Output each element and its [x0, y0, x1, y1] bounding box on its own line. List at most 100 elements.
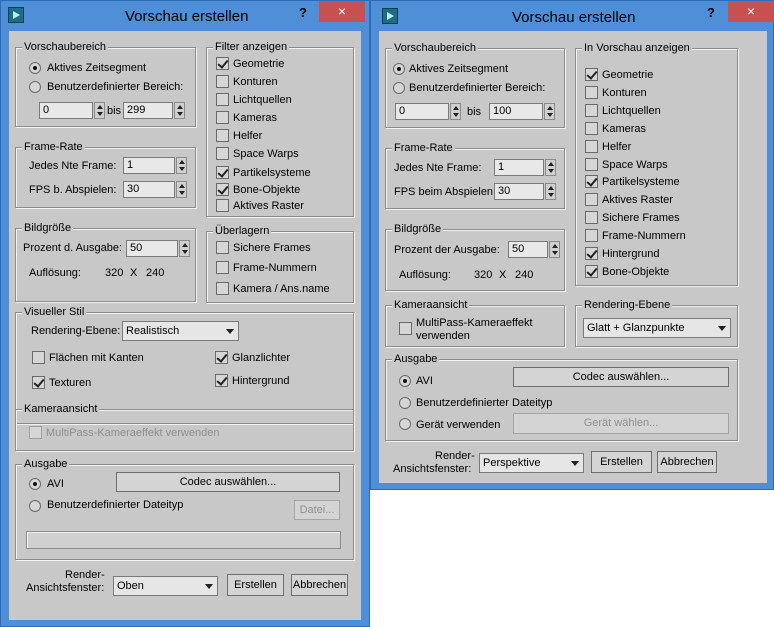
nth-frame-input[interactable]: 1 — [123, 157, 175, 174]
filter-active-grid-checkbox[interactable] — [216, 199, 229, 212]
percent-output-spinner[interactable] — [549, 241, 560, 258]
show-cameras-label: Kameras — [602, 123, 647, 135]
show-bones-checkbox[interactable] — [585, 265, 598, 278]
avi-label: AVI — [47, 478, 64, 490]
show-spacewarps-checkbox[interactable] — [585, 158, 598, 171]
cancel-button[interactable]: Abbrechen — [657, 451, 717, 473]
overlay-frame-numbers-checkbox[interactable] — [216, 261, 229, 274]
render-level-dropdown[interactable]: Realistisch — [122, 321, 239, 341]
nth-frame-spinner[interactable] — [176, 157, 187, 174]
range-from-input[interactable]: 0 — [395, 103, 449, 120]
fps-spinner[interactable] — [176, 181, 187, 198]
fps-input[interactable]: 30 — [123, 181, 175, 198]
avi-radio[interactable] — [399, 375, 411, 387]
custom-range-radio[interactable] — [29, 81, 41, 93]
range-to-spinner[interactable] — [544, 103, 555, 120]
percent-output-spinner[interactable] — [179, 240, 190, 257]
edged-faces-checkbox[interactable] — [32, 351, 45, 364]
codec-select-button[interactable]: Codec auswählen... — [116, 472, 340, 492]
frame-rate-title: Frame-Rate — [22, 141, 85, 154]
filter-cameras-checkbox[interactable] — [216, 111, 229, 124]
multipass-checkbox[interactable] — [29, 426, 42, 439]
active-segment-label: Aktives Zeitsegment — [47, 62, 147, 74]
right-dialog-window: Vorschau erstellen ? × Vorschaubereich A… — [370, 0, 774, 490]
show-active-grid-label: Aktives Raster — [602, 194, 673, 206]
overlay-safe-frames-checkbox[interactable] — [216, 241, 229, 254]
nth-frame-input[interactable]: 1 — [494, 159, 544, 176]
filter-cameras-label: Kameras — [233, 112, 278, 124]
filter-particles-checkbox[interactable] — [216, 166, 229, 179]
show-frame-numbers-label: Frame-Nummern — [602, 230, 686, 242]
resolution-label: Auflösung: — [29, 267, 81, 279]
show-safe-frames-checkbox[interactable] — [585, 211, 598, 224]
left-dialog-window: Vorschau erstellen ? × Vorschaubereich A… — [0, 0, 370, 627]
left-title-bar[interactable]: Vorschau erstellen ? × — [1, 1, 369, 31]
create-button[interactable]: Erstellen — [591, 451, 652, 473]
range-from-input[interactable]: 0 — [39, 102, 93, 119]
edged-faces-label: Flächen mit Kanten — [49, 352, 144, 364]
viewport-dropdown[interactable]: Oben — [113, 576, 218, 596]
show-active-grid-checkbox[interactable] — [585, 193, 598, 206]
avi-radio[interactable] — [29, 478, 41, 490]
cancel-button[interactable]: Abbrechen — [291, 574, 348, 596]
multipass-label-line2: verwenden — [416, 330, 470, 342]
active-segment-radio[interactable] — [29, 62, 41, 74]
close-button[interactable]: × — [728, 1, 774, 22]
output-title: Ausgabe — [22, 458, 70, 471]
range-to-spinner[interactable] — [174, 102, 185, 119]
range-to-input[interactable]: 299 — [123, 102, 173, 119]
render-viewport-label-2: Ansichtsfenster: — [26, 582, 105, 594]
highlights-checkbox[interactable] — [215, 351, 228, 364]
range-to-input[interactable]: 100 — [489, 103, 543, 120]
filter-contours-checkbox[interactable] — [216, 75, 229, 88]
percent-output-input[interactable]: 50 — [508, 241, 548, 258]
filter-spacewarps-checkbox[interactable] — [216, 147, 229, 160]
range-from-spinner[interactable] — [94, 102, 105, 119]
nth-frame-spinner[interactable] — [545, 159, 556, 176]
right-title-bar[interactable]: Vorschau erstellen ? × — [371, 1, 774, 31]
render-level-dropdown[interactable]: Glatt + Glanzpunkte — [583, 318, 731, 338]
filter-helpers-checkbox[interactable] — [216, 129, 229, 142]
range-from-spinner[interactable] — [450, 103, 461, 120]
filter-bones-checkbox[interactable] — [216, 183, 229, 196]
percent-output-input[interactable]: 50 — [126, 240, 178, 257]
show-cameras-checkbox[interactable] — [585, 122, 598, 135]
show-particles-checkbox[interactable] — [585, 175, 598, 188]
fps-input[interactable]: 30 — [494, 183, 544, 200]
filter-contours-label: Konturen — [233, 76, 278, 88]
create-button[interactable]: Erstellen — [227, 574, 284, 596]
filter-geometry-checkbox[interactable] — [216, 57, 229, 70]
device-radio[interactable] — [399, 418, 411, 430]
show-geometry-checkbox[interactable] — [585, 68, 598, 81]
active-segment-radio[interactable] — [393, 63, 405, 75]
show-background-checkbox[interactable] — [585, 247, 598, 260]
show-background-label: Hintergrund — [602, 248, 660, 260]
close-button[interactable]: × — [319, 1, 365, 22]
multipass-checkbox[interactable] — [399, 322, 412, 335]
background-checkbox[interactable] — [215, 374, 228, 387]
viewport-dropdown[interactable]: Perspektive — [479, 453, 584, 473]
custom-filetype-radio[interactable] — [29, 500, 41, 512]
filter-geometry-label: Geometrie — [233, 58, 285, 70]
device-select-button[interactable]: Gerät wählen... — [513, 413, 729, 434]
help-button[interactable]: ? — [290, 2, 316, 24]
overlay-camera-name-label: Kamera / Ans.name — [233, 283, 330, 295]
show-frame-numbers-checkbox[interactable] — [585, 229, 598, 242]
show-lights-checkbox[interactable] — [585, 104, 598, 117]
camera-view-title: Kameraansicht — [392, 299, 470, 312]
filter-helpers-label: Helfer — [233, 130, 263, 142]
custom-range-radio[interactable] — [393, 82, 405, 94]
show-contours-checkbox[interactable] — [585, 86, 598, 99]
help-button[interactable]: ? — [698, 2, 724, 24]
overlay-camera-name-checkbox[interactable] — [216, 282, 229, 295]
custom-filetype-radio[interactable] — [399, 397, 411, 409]
fps-spinner[interactable] — [545, 183, 556, 200]
left-window-title: Vorschau erstellen — [125, 8, 249, 25]
filter-spacewarps-label: Space Warps — [233, 148, 299, 160]
codec-select-button[interactable]: Codec auswählen... — [513, 367, 729, 387]
file-button[interactable]: Datei... — [294, 500, 340, 520]
nth-frame-label: Jedes Nte Frame: — [29, 160, 117, 172]
filter-lights-checkbox[interactable] — [216, 93, 229, 106]
textures-checkbox[interactable] — [32, 376, 45, 389]
show-helpers-checkbox[interactable] — [585, 140, 598, 153]
